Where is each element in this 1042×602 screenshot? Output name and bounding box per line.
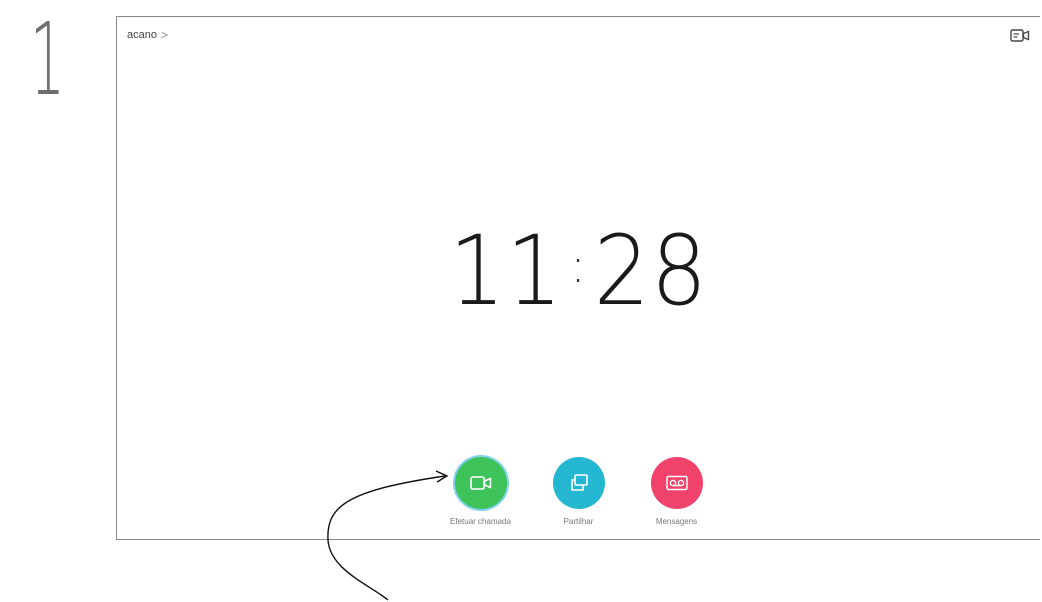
share-button-circle[interactable] [552,457,605,509]
share-button[interactable]: Partilhar [543,457,615,526]
clock: 11:28 [154,223,1003,319]
messages-button-label: Mensagens [655,517,698,526]
messages-button-circle[interactable] [650,457,703,509]
messages-button[interactable]: Mensagens [641,457,713,526]
call-button-circle[interactable] [454,457,507,509]
video-camera-icon [469,476,491,490]
chevron-right-icon: > [160,28,168,42]
share-screens-icon [570,474,588,491]
clock-hours: 11 [449,215,564,327]
breadcrumb-label: acano [127,29,157,41]
share-button-label: Partilhar [563,517,594,526]
breadcrumb[interactable]: acano > [127,28,168,42]
step-number: 1 [30,1,65,118]
call-button[interactable]: Efetuar chamada [445,457,517,526]
device-screen: acano > 11:28 Efetuar chamada Partilhar… [116,16,1040,540]
voicemail-icon [665,475,688,491]
call-button-label: Efetuar chamada [450,517,511,526]
selfview-camera-icon[interactable] [1010,28,1030,44]
clock-separator: : [570,238,587,294]
clock-minutes: 28 [593,215,708,327]
action-bar: Efetuar chamada Partilhar Mensagens [117,457,1040,526]
